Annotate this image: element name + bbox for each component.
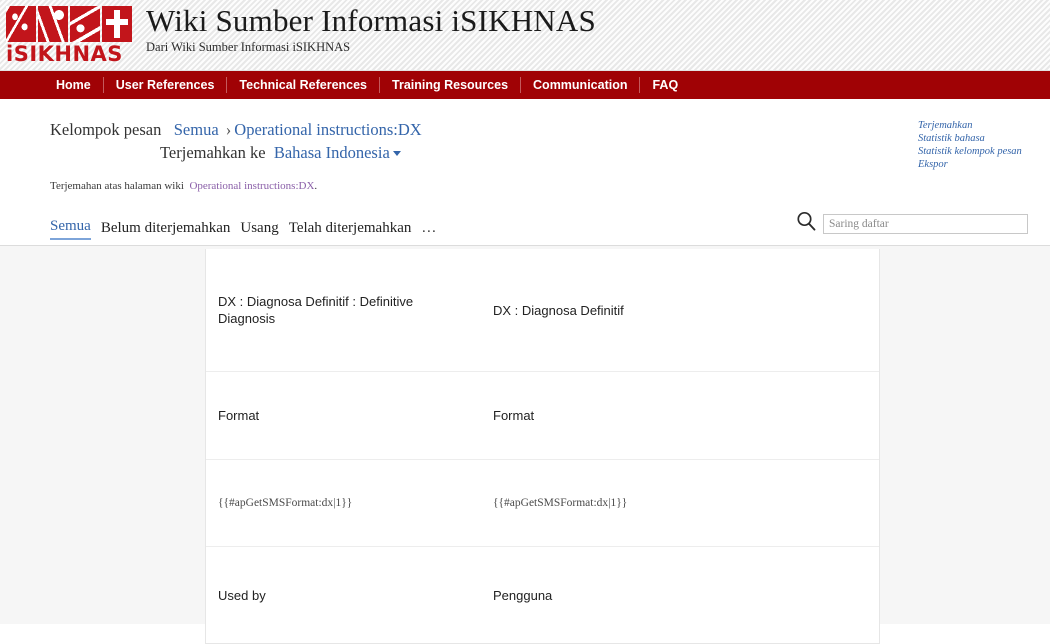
table-cell-source[interactable]: DX : Diagnosa Definitif : Definitive Dia… xyxy=(206,249,481,371)
translation-subnote: Terjemahan atas halaman wiki Operational… xyxy=(50,180,1034,192)
logo-wordmark: iSIKHNAS xyxy=(6,42,123,66)
logo-tile-2 xyxy=(38,6,68,42)
breadcrumb-line-2: Terjemahkan ke Bahasa Indonesia xyxy=(50,142,1034,164)
table-row[interactable]: DX : Diagnosa Definitif : Definitive Dia… xyxy=(206,249,879,372)
translation-text: Pengguna xyxy=(493,587,553,603)
rail-link-ekspor[interactable]: Ekspor xyxy=(918,158,1038,171)
table-cell-translation[interactable]: {{#apGetSMSFormat:dx|1}} xyxy=(481,460,879,546)
translate-to-label: Terjemahkan ke xyxy=(160,143,266,162)
tab-telah-diterjemahkan[interactable]: Telah diterjemahkan xyxy=(289,220,412,240)
source-text: {{#apGetSMSFormat:dx|1}} xyxy=(218,496,353,509)
breadcrumb-link-all[interactable]: Semua xyxy=(174,120,219,139)
translation-table-area: DX : Diagnosa Definitif : Definitive Dia… xyxy=(0,246,1050,644)
site-header: iSIKHNAS Wiki Sumber Informasi iSIKHNAS … xyxy=(0,0,1050,71)
filter-tabs-row: Semua Belum diterjemahkan Usang Telah di… xyxy=(50,211,1034,244)
table-cell-source[interactable]: Format xyxy=(206,372,481,459)
rail-link-terjemahkan[interactable]: Terjemahkan xyxy=(918,119,1038,132)
table-row[interactable]: Format Format xyxy=(206,372,879,460)
tab-semua[interactable]: Semua xyxy=(50,218,91,240)
breadcrumb: Kelompok pesan Semua › Operational instru… xyxy=(50,99,1034,164)
table-cell-translation[interactable]: DX : Diagnosa Definitif xyxy=(481,249,879,371)
nav-item-technical-references[interactable]: Technical References xyxy=(227,77,381,93)
site-tagline: Dari Wiki Sumber Informasi iSIKHNAS xyxy=(146,40,351,55)
tab-more[interactable]: … xyxy=(421,220,437,240)
nav-item-user-references[interactable]: User References xyxy=(104,77,228,93)
breadcrumb-separator: › xyxy=(225,120,232,139)
translation-text: DX : Diagnosa Definitif xyxy=(493,302,624,318)
breadcrumb-line-1: Kelompok pesan Semua › Operational instru… xyxy=(50,119,1034,141)
page-actions-rail: Terjemahkan Statistik bahasa Statistik k… xyxy=(918,119,1038,171)
table-cell-translation[interactable]: Pengguna xyxy=(481,547,879,643)
source-text: DX : Diagnosa Definitif : Definitive Dia… xyxy=(218,294,414,326)
translation-table: DX : Diagnosa Definitif : Definitive Dia… xyxy=(205,249,880,644)
breadcrumb-link-page[interactable]: Operational instructions:DX xyxy=(234,120,421,139)
chevron-down-icon[interactable] xyxy=(392,151,401,156)
site-logo[interactable]: iSIKHNAS xyxy=(6,6,132,65)
main-navigation: Home User References Technical Reference… xyxy=(0,71,1050,99)
subnote-page-link[interactable]: Operational instructions:DX xyxy=(189,180,314,192)
translation-text: Format xyxy=(493,408,535,423)
translation-text: {{#apGetSMSFormat:dx|1}} xyxy=(493,496,628,509)
subnote-suffix: . xyxy=(314,180,318,192)
search-area xyxy=(795,210,1028,237)
source-text: Format xyxy=(218,408,260,423)
logo-tile-cross-icon xyxy=(102,6,132,42)
tab-usang[interactable]: Usang xyxy=(240,220,278,240)
logo-tile-3 xyxy=(70,6,100,42)
search-input[interactable] xyxy=(823,213,1028,234)
nav-item-communication[interactable]: Communication xyxy=(521,77,641,93)
nav-item-training-resources[interactable]: Training Resources xyxy=(380,77,522,93)
rail-link-statistik-bahasa[interactable]: Statistik bahasa xyxy=(918,132,1038,145)
subnote-prefix: Terjemahan atas halaman wiki xyxy=(50,180,184,192)
source-text: Used by xyxy=(218,587,266,603)
breadcrumb-group-label: Kelompok pesan xyxy=(50,120,162,139)
isikhnas-logo-icon xyxy=(6,6,132,42)
rail-link-statistik-kelompok-pesan[interactable]: Statistik kelompok pesan xyxy=(918,145,1038,158)
page-content: Terjemahkan Statistik bahasa Statistik k… xyxy=(0,99,1050,644)
tab-belum-diterjemahkan[interactable]: Belum diterjemahkan xyxy=(101,220,231,240)
logo-tile-1 xyxy=(6,6,36,42)
language-selector[interactable]: Bahasa Indonesia xyxy=(274,143,390,162)
search-icon[interactable] xyxy=(795,210,817,237)
site-title: Wiki Sumber Informasi iSIKHNAS xyxy=(146,3,596,38)
table-cell-source[interactable]: {{#apGetSMSFormat:dx|1}} xyxy=(206,460,481,546)
header-titles: Wiki Sumber Informasi iSIKHNAS Dari Wiki… xyxy=(146,3,596,55)
table-row[interactable]: Used by Pengguna xyxy=(206,547,879,643)
nav-item-faq[interactable]: FAQ xyxy=(640,77,690,93)
table-cell-source[interactable]: Used by xyxy=(206,547,481,643)
table-row[interactable]: {{#apGetSMSFormat:dx|1}} {{#apGetSMSForm… xyxy=(206,460,879,547)
nav-item-home[interactable]: Home xyxy=(44,77,104,93)
table-cell-translation[interactable]: Format xyxy=(481,372,879,459)
